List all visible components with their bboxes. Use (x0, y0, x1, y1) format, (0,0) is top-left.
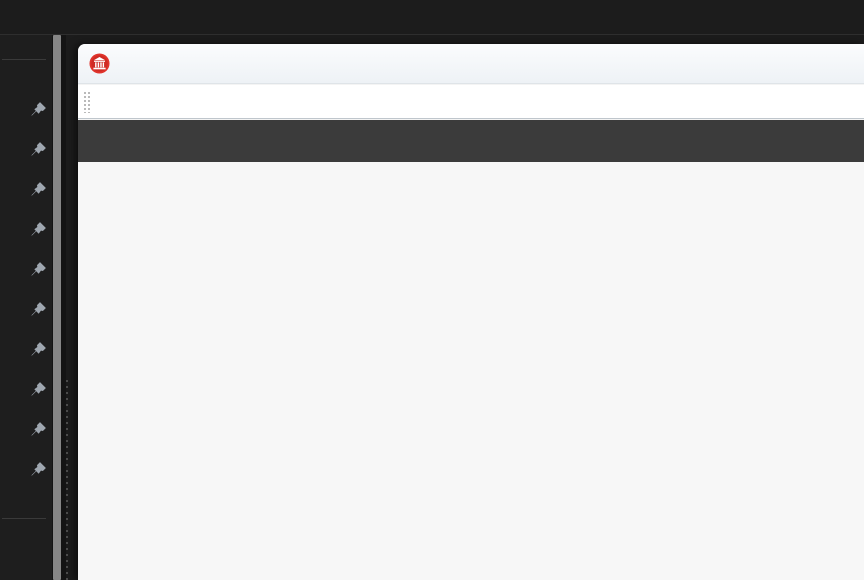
edge-dot (66, 548, 68, 550)
edge-dot (66, 392, 68, 394)
edge-dot (66, 470, 68, 472)
pin-icon[interactable] (30, 421, 46, 437)
edge-dot (66, 446, 68, 448)
pin-icon[interactable] (30, 221, 46, 237)
nav-divider-bottom (2, 518, 46, 519)
edge-dot (66, 422, 68, 424)
pin-icon[interactable] (30, 261, 46, 277)
window-titlebar[interactable] (78, 44, 864, 84)
edge-dot (66, 476, 68, 478)
benchmark-results-area (78, 162, 864, 580)
anvil-app-icon (89, 53, 110, 74)
edge-dot (66, 536, 68, 538)
edge-dot (66, 398, 68, 400)
toolbar-grip-handle[interactable] (83, 90, 91, 113)
ssd-benchmark-banner (78, 120, 864, 162)
explorer-navigation-pane[interactable] (0, 35, 52, 580)
edge-dot (66, 482, 68, 484)
edge-dot (66, 494, 68, 496)
edge-dot (66, 572, 68, 574)
edge-dot (66, 464, 68, 466)
pin-icon[interactable] (30, 461, 46, 477)
edge-dot (66, 500, 68, 502)
edge-dot (66, 428, 68, 430)
anvil-storage-utilities-window[interactable] (78, 44, 864, 580)
pin-icon[interactable] (30, 341, 46, 357)
edge-dot (66, 530, 68, 532)
pin-icon[interactable] (30, 141, 46, 157)
edge-dot (66, 542, 68, 544)
pin-icon[interactable] (30, 381, 46, 397)
menu-bar[interactable] (78, 85, 864, 119)
pin-icon[interactable] (30, 301, 46, 317)
edge-dot (66, 380, 68, 382)
edge-dot (66, 554, 68, 556)
edge-dot (66, 386, 68, 388)
edge-dot (66, 404, 68, 406)
edge-dot (66, 524, 68, 526)
pin-icon[interactable] (30, 101, 46, 117)
explorer-dotted-edge (66, 380, 68, 580)
nav-divider-top (2, 59, 46, 60)
pin-icon[interactable] (30, 181, 46, 197)
edge-dot (66, 518, 68, 520)
edge-dot (66, 452, 68, 454)
edge-dot (66, 488, 68, 490)
edge-dot (66, 560, 68, 562)
edge-dot (66, 434, 68, 436)
explorer-column-header (0, 0, 864, 35)
edge-dot (66, 566, 68, 568)
edge-dot (66, 458, 68, 460)
explorer-scrollbar-thumb[interactable] (53, 35, 61, 580)
edge-dot (66, 512, 68, 514)
edge-dot (66, 440, 68, 442)
edge-dot (66, 506, 68, 508)
edge-dot (66, 416, 68, 418)
edge-dot (66, 410, 68, 412)
